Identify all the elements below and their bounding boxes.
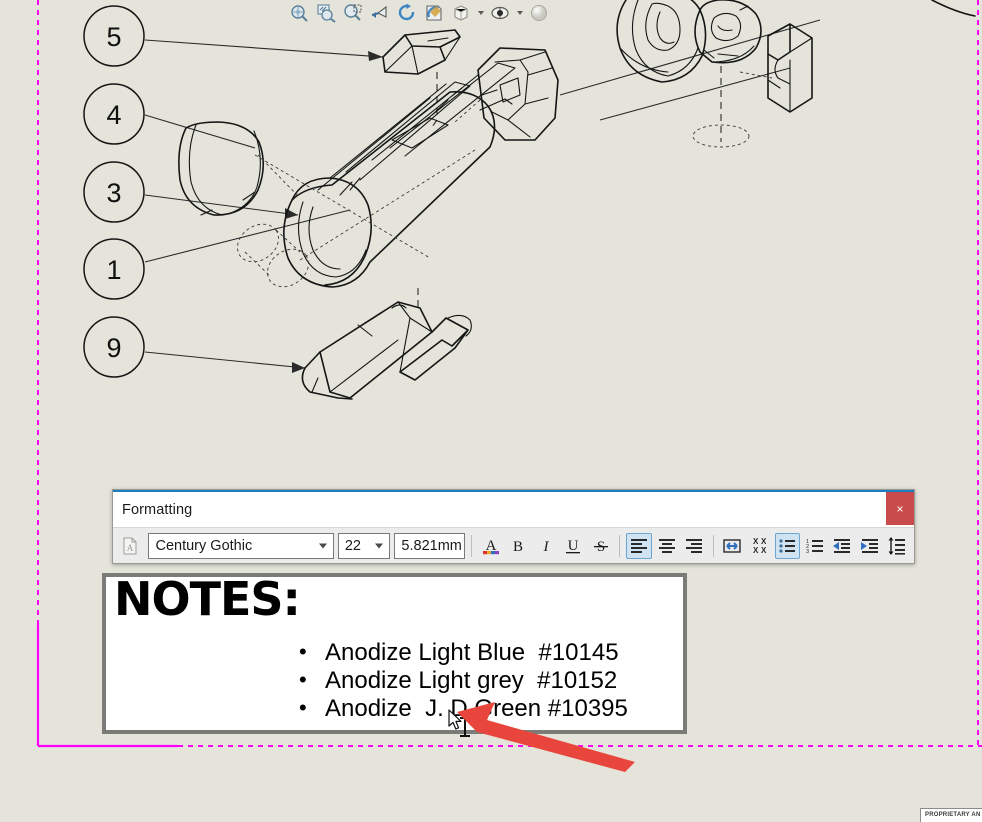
- cad-part-body: [283, 62, 516, 288]
- font-family-value: Century Gothic: [155, 537, 253, 554]
- svg-text:X: X: [753, 537, 759, 546]
- font-size-value: 22: [344, 537, 361, 554]
- zoom-in-out-icon[interactable]: [340, 1, 366, 25]
- text-height-input[interactable]: 5.821mm: [394, 532, 466, 559]
- notes-title: NOTES:: [114, 572, 301, 626]
- svg-text:X: X: [761, 537, 767, 546]
- document-font-icon[interactable]: A: [117, 533, 142, 559]
- balloon-group: 5 4 3 1 9: [83, 5, 145, 378]
- balloon-label: 3: [106, 178, 121, 208]
- bold-button[interactable]: B: [505, 533, 530, 559]
- numbered-list-button[interactable]: 123: [802, 533, 827, 559]
- cad-part-knob: [616, 0, 707, 83]
- explode-line-endcap: [257, 154, 301, 199]
- line-spacing-button[interactable]: [885, 533, 910, 559]
- zoom-to-fit-icon[interactable]: [286, 1, 312, 25]
- rotate-view-icon[interactable]: [394, 1, 420, 25]
- balloon-label: 5: [106, 22, 121, 52]
- explode-line-clip: [454, 99, 481, 123]
- svg-text:U: U: [568, 538, 579, 554]
- list-item[interactable]: Anodize Light Blue #10145: [291, 638, 628, 667]
- decrease-indent-button[interactable]: [830, 533, 855, 559]
- section-view-icon[interactable]: [421, 1, 447, 25]
- view-orientation-icon[interactable]: [448, 1, 474, 25]
- font-color-button[interactable]: A: [478, 533, 503, 559]
- formatting-dialog[interactable]: Formatting × A Century Gothic 22 5.821mm…: [112, 489, 915, 564]
- cad-part-handle: [301, 301, 472, 400]
- title-block-fragment[interactable]: PROPRIETARY AN: [920, 808, 982, 822]
- divider: [471, 534, 472, 557]
- italic-button[interactable]: I: [533, 533, 558, 559]
- font-size-select[interactable]: 22: [337, 532, 391, 559]
- balloon-leaders: [144, 19, 821, 373]
- align-center-button[interactable]: [654, 533, 679, 559]
- cad-part-l-bracket: [767, 23, 813, 113]
- view-toolbar[interactable]: [283, 0, 555, 26]
- formatting-toolbar[interactable]: A Century Gothic 22 5.821mm A B I U S X …: [113, 527, 914, 563]
- svg-text:X: X: [753, 546, 759, 555]
- text-height-value: 5.821mm: [401, 537, 462, 554]
- close-icon[interactable]: ×: [886, 492, 914, 525]
- title-block-text: PROPRIETARY AN: [925, 812, 981, 818]
- chevron-down-icon[interactable]: [375, 543, 384, 548]
- svg-text:I: I: [542, 539, 549, 555]
- align-right-button[interactable]: [681, 533, 706, 559]
- cad-part-cap: [382, 29, 461, 75]
- divider: [712, 534, 714, 557]
- zoom-to-area-icon[interactable]: [313, 1, 339, 25]
- increase-indent-button[interactable]: [857, 533, 882, 559]
- cad-hidden-circles: [237, 223, 309, 288]
- bulleted-list-button[interactable]: [774, 532, 801, 559]
- display-style-icon[interactable]: [487, 1, 513, 25]
- align-left-button[interactable]: [626, 532, 652, 559]
- underline-button[interactable]: U: [560, 533, 585, 559]
- list-item[interactable]: Anodize Light grey #10152: [291, 666, 628, 695]
- font-family-select[interactable]: Century Gothic: [148, 532, 334, 559]
- dialog-title: Formatting: [122, 501, 193, 518]
- view-orientation-dropdown[interactable]: [475, 1, 486, 25]
- balloon-label: 9: [106, 333, 121, 363]
- explode-axis-2: [299, 149, 476, 261]
- svg-text:B: B: [513, 539, 523, 555]
- rotate-text-button[interactable]: XX XX: [747, 533, 772, 559]
- display-style-dropdown[interactable]: [514, 1, 525, 25]
- strikethrough-button[interactable]: S: [588, 533, 613, 559]
- apply-scene-icon[interactable]: [526, 1, 552, 25]
- cad-edge-fragment: [931, 0, 976, 17]
- previous-view-icon[interactable]: [367, 1, 393, 25]
- balloon-label: 4: [106, 100, 121, 130]
- svg-text:X: X: [761, 546, 767, 555]
- balloon-label: 1: [106, 255, 121, 285]
- svg-text:3: 3: [806, 549, 809, 555]
- chevron-down-icon[interactable]: [318, 543, 327, 548]
- dialog-title-bar[interactable]: Formatting: [113, 492, 914, 527]
- fit-text-button[interactable]: [720, 533, 745, 559]
- divider: [619, 534, 621, 557]
- red-annotation-arrow: [455, 700, 640, 777]
- svg-text:A: A: [126, 543, 133, 553]
- cad-part-clip: [477, 47, 559, 141]
